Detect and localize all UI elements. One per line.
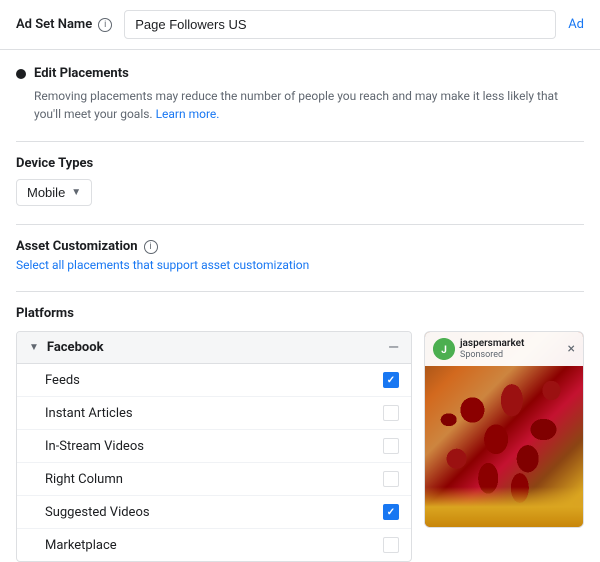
preview-image: J jaspersmarket Sponsored × (425, 332, 583, 527)
placement-instant-articles-checkbox[interactable] (383, 405, 399, 421)
svg-text:J: J (441, 345, 447, 356)
facebook-platform-header: ▼ Facebook — (17, 332, 411, 364)
placement-feeds: Feeds (17, 364, 411, 397)
asset-customization-link[interactable]: Select all placements that support asset… (16, 258, 309, 272)
ad-set-name-input[interactable] (124, 10, 556, 39)
preview-close-icon[interactable]: × (568, 342, 575, 356)
platforms-section: Platforms ▼ Facebook — Feeds (16, 306, 584, 562)
facebook-expand-icon[interactable]: ▼ (29, 342, 39, 353)
placement-marketplace-checkbox[interactable] (383, 537, 399, 553)
asset-customization-info-icon[interactable]: i (144, 240, 158, 254)
device-type-dropdown[interactable]: Mobile ▼ (16, 179, 92, 206)
preview-user: J jaspersmarket Sponsored (433, 338, 524, 360)
placement-right-column-checkbox[interactable] (383, 471, 399, 487)
facebook-collapse-icon[interactable]: — (388, 341, 399, 355)
asset-customization-header: Asset Customization i (16, 239, 584, 254)
header-row: Ad Set Name i Ad (0, 0, 600, 50)
placement-suggested-videos-label: Suggested Videos (45, 505, 150, 520)
divider-2 (16, 224, 584, 225)
ad-set-name-label: Ad Set Name (16, 17, 92, 32)
placement-suggested-videos-checkbox[interactable] (383, 504, 399, 520)
preview-avatar: J (433, 338, 455, 360)
header-right-link[interactable]: Ad (568, 17, 584, 32)
edit-placements-title: Edit Placements (34, 66, 129, 81)
placement-instant-articles: Instant Articles (17, 397, 411, 430)
ad-set-name-info-icon[interactable]: i (98, 18, 112, 32)
device-type-label: Mobile (27, 185, 65, 200)
placement-feeds-checkbox[interactable] (383, 372, 399, 388)
main-content: Edit Placements Removing placements may … (0, 50, 600, 562)
placement-instant-articles-label: Instant Articles (45, 406, 133, 421)
preview-sponsored: Sponsored (460, 350, 524, 360)
placement-right-column-label: Right Column (45, 472, 123, 487)
edit-placements-description: Removing placements may reduce the numbe… (16, 87, 584, 123)
device-types-section: Device Types Mobile ▼ (16, 156, 584, 206)
placement-instream-videos-label: In-Stream Videos (45, 439, 144, 454)
facebook-platform-panel: ▼ Facebook — Feeds Instant Articles (16, 331, 412, 562)
edit-placements-section: Edit Placements Removing placements may … (16, 66, 584, 123)
facebook-platform-header-left: ▼ Facebook (29, 340, 104, 355)
placement-suggested-videos: Suggested Videos (17, 496, 411, 529)
dropdown-arrow-icon: ▼ (71, 187, 81, 198)
preview-header: J jaspersmarket Sponsored × (425, 332, 583, 366)
bullet-icon (16, 69, 26, 79)
placement-right-column: Right Column (17, 463, 411, 496)
divider-1 (16, 141, 584, 142)
preview-username: jaspersmarket (460, 338, 524, 350)
placement-marketplace-label: Marketplace (45, 538, 117, 553)
placement-instream-videos: In-Stream Videos (17, 430, 411, 463)
placement-feeds-label: Feeds (45, 373, 80, 388)
device-types-title: Device Types (16, 156, 584, 171)
preview-user-info: jaspersmarket Sponsored (460, 338, 524, 360)
placement-marketplace: Marketplace (17, 529, 411, 561)
platforms-title: Platforms (16, 306, 584, 321)
asset-customization-title: Asset Customization (16, 239, 138, 254)
asset-customization-section: Asset Customization i Select all placeme… (16, 239, 584, 273)
facebook-platform-name: Facebook (47, 340, 104, 355)
learn-more-link[interactable]: Learn more. (156, 107, 220, 121)
placement-instream-videos-checkbox[interactable] (383, 438, 399, 454)
edit-placements-header: Edit Placements (16, 66, 584, 81)
preview-panel: J jaspersmarket Sponsored × (424, 331, 584, 528)
platforms-content: ▼ Facebook — Feeds Instant Articles (16, 331, 584, 562)
divider-3 (16, 291, 584, 292)
